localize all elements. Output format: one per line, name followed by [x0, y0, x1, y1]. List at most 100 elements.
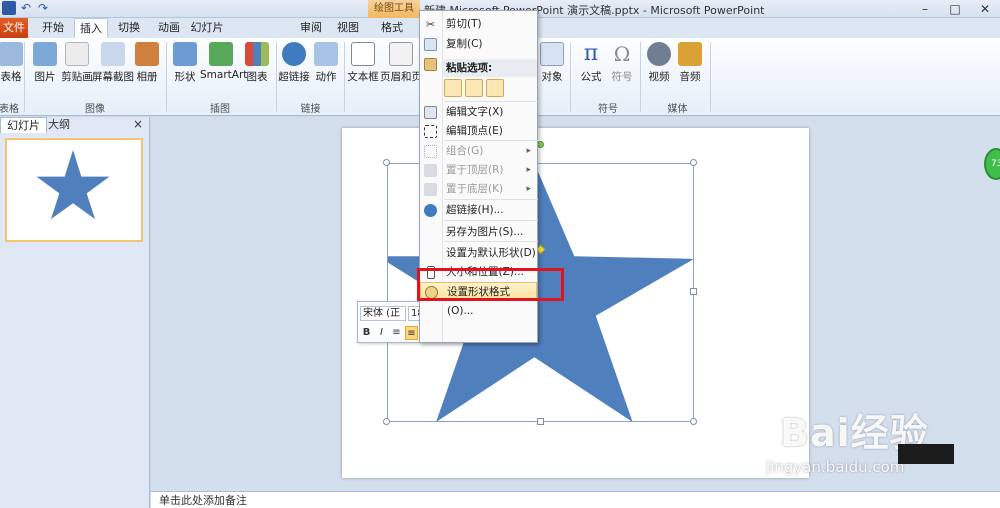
menu-separator	[444, 140, 538, 141]
group-label-table: 表格	[0, 104, 19, 115]
screenshot-icon	[101, 42, 125, 66]
bold-button[interactable]: B	[360, 326, 373, 340]
clipart-button[interactable]: 剪贴画	[58, 42, 96, 84]
close-icon[interactable]: ×	[133, 117, 143, 131]
menu-item-label: 剪切(T)	[446, 18, 482, 30]
textbox-button[interactable]: 文本框	[344, 42, 382, 84]
menu-item-edit-points[interactable]: 编辑顶点(E)	[420, 122, 537, 141]
table-icon	[0, 42, 23, 66]
tab-format[interactable]: 格式	[377, 18, 407, 38]
submenu-arrow-icon: ▸	[526, 184, 531, 194]
textbox-label: 文本框	[347, 71, 379, 83]
menu-item-copy[interactable]: 复制(C)	[420, 35, 537, 54]
menu-item-cut[interactable]: ✂ 剪切(T)	[420, 15, 537, 34]
minimize-button[interactable]: –	[910, 0, 940, 18]
omega-icon: Ω	[613, 42, 631, 66]
paste-keep-formatting-icon[interactable]	[444, 79, 462, 97]
tab-slideshow[interactable]: 幻灯片放映	[190, 18, 224, 54]
tab-slides[interactable]: 幻灯片	[0, 117, 47, 133]
resize-handle-br[interactable]	[690, 418, 697, 425]
menu-item-group[interactable]: 组合(G) ▸	[420, 142, 537, 161]
align-center-icon[interactable]: ≡	[405, 326, 418, 340]
group-separator	[24, 42, 25, 112]
drawing-tools-context-label: 绘图工具	[368, 0, 420, 18]
group-label-links: 链接	[300, 104, 321, 115]
chart-icon	[245, 42, 269, 66]
font-name-select[interactable]: 宋体 (正	[360, 305, 406, 321]
resize-handle-right[interactable]	[690, 288, 697, 295]
audio-button[interactable]: 音频	[671, 42, 709, 84]
resize-handle-tr[interactable]	[690, 159, 697, 166]
action-label: 动作	[315, 71, 337, 83]
redo-icon[interactable]: ↷	[36, 1, 50, 15]
tab-file[interactable]: 文件	[0, 18, 28, 38]
shapes-button[interactable]: 形状	[166, 42, 204, 84]
audio-icon	[678, 42, 702, 66]
menu-separator	[444, 101, 538, 102]
italic-button[interactable]: I	[375, 326, 388, 340]
rotation-handle[interactable]	[537, 141, 544, 148]
group-label-symbols: 符号	[598, 104, 618, 115]
symbol-button[interactable]: Ω 符号	[603, 42, 641, 84]
menu-item-set-default-shape[interactable]: 设置为默认形状(D)	[420, 244, 537, 263]
resize-handle-bl[interactable]	[383, 418, 390, 425]
watermark-dark-bar	[898, 444, 954, 464]
notes-pane[interactable]: 单击此处添加备注	[151, 491, 1000, 508]
group-separator	[710, 42, 711, 112]
paste-destination-theme-icon[interactable]	[465, 79, 483, 97]
tab-review[interactable]: 审阅	[296, 18, 326, 38]
paste-picture-icon[interactable]	[486, 79, 504, 97]
resize-handle-bottom[interactable]	[537, 418, 544, 425]
menu-separator	[444, 220, 538, 221]
equation-label: 公式	[580, 71, 602, 83]
chart-button[interactable]: 图表	[238, 42, 276, 84]
tab-slideshow-full[interactable]	[235, 18, 287, 38]
header-footer-button[interactable]: 页眉和页	[380, 42, 422, 84]
menu-item-hyperlink[interactable]: 超链接(H)...	[420, 201, 537, 220]
action-icon	[314, 42, 338, 66]
menu-item-save-as-picture[interactable]: 另存为图片(S)...	[420, 223, 537, 242]
textbox-icon	[351, 42, 375, 66]
menu-item-label: 复制(C)	[446, 38, 483, 50]
header-footer-label: 页眉和页	[380, 71, 422, 83]
tab-view[interactable]: 视图	[333, 18, 363, 38]
shapes-icon	[173, 42, 197, 66]
slides-panel: 幻灯片 大纲 ×	[0, 117, 150, 508]
undo-icon[interactable]: ↶	[19, 1, 33, 15]
tab-outline[interactable]: 大纲	[42, 117, 76, 133]
maximize-button[interactable]: □	[940, 0, 970, 18]
menu-item-edit-text[interactable]: 编辑文字(X)	[420, 103, 537, 122]
save-icon[interactable]	[2, 1, 16, 15]
submenu-arrow-icon: ▸	[526, 165, 531, 175]
menu-item-send-to-back[interactable]: 置于底层(K) ▸	[420, 180, 537, 199]
tab-animations[interactable]: 动画	[152, 18, 186, 38]
tab-home[interactable]: 开始	[36, 18, 70, 38]
group-label-media: 媒体	[667, 104, 688, 115]
hyperlink-icon	[282, 42, 306, 66]
menu-item-label: 置于顶层(R)	[446, 164, 504, 176]
symbol-label: 符号	[611, 71, 633, 83]
menu-separator	[444, 199, 538, 200]
object-button[interactable]: 对象	[533, 42, 571, 84]
menu-item-label: 另存为图片(S)...	[446, 226, 524, 238]
resize-handle-tl[interactable]	[383, 159, 390, 166]
album-button[interactable]: 相册	[128, 42, 166, 84]
group-label-images: 图像	[85, 104, 105, 115]
align-left-icon[interactable]: ≡	[390, 326, 403, 340]
star-thumbnail-shape	[36, 150, 110, 220]
powerpoint-window: ↶ ↷ 绘图工具 新建 Microsoft PowerPoint 演示文稿.pp…	[0, 0, 1000, 508]
hyperlink-label: 超链接	[278, 71, 310, 83]
menu-item-bring-to-front[interactable]: 置于顶层(R) ▸	[420, 161, 537, 180]
tab-insert[interactable]: 插入	[74, 18, 108, 38]
menu-item-label: 编辑文字(X)	[446, 106, 504, 118]
object-label: 对象	[541, 71, 563, 83]
slide-thumbnail[interactable]	[5, 138, 143, 242]
clipart-label: 剪贴画	[61, 71, 93, 83]
close-button[interactable]: ✕	[970, 0, 1000, 18]
menu-item-label: 编辑顶点(E)	[446, 125, 503, 137]
watermark-url: jingyan.baidu.com	[766, 458, 905, 476]
action-button[interactable]: 动作	[307, 42, 345, 84]
tab-transitions[interactable]: 切换	[112, 18, 146, 38]
smartart-button[interactable]: SmartArt	[200, 42, 247, 81]
video-icon	[647, 42, 671, 66]
